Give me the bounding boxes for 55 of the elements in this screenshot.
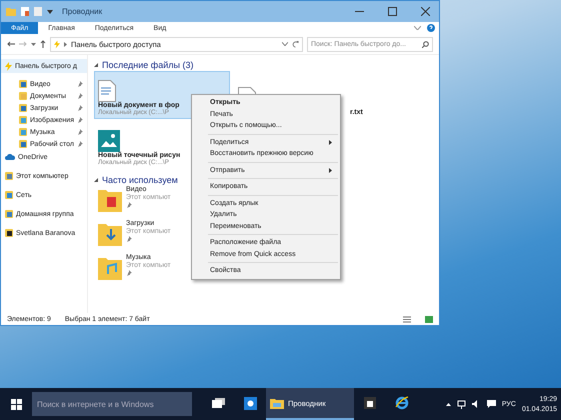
close-icon (420, 7, 430, 16)
computer-icon (5, 172, 13, 180)
caret-icon (94, 178, 98, 182)
image-file-icon (98, 130, 120, 152)
tiles-view-icon (425, 316, 433, 322)
network-icon (5, 191, 13, 199)
maximize-icon (388, 7, 396, 16)
message-icon (486, 400, 496, 408)
pin-icon (77, 105, 83, 111)
folder-icon (270, 398, 284, 408)
details-view-icon (403, 316, 411, 322)
minimize-icon (354, 11, 364, 12)
chevron-down-icon (282, 42, 288, 46)
submenu-arrow-icon (329, 168, 332, 173)
caret-icon (94, 62, 98, 66)
back-arrow-icon (7, 41, 15, 47)
window-title: Проводник (62, 7, 104, 16)
submenu-arrow-icon (329, 140, 332, 145)
lightning-icon (5, 62, 12, 70)
pin-icon (77, 81, 83, 87)
documents-icon (19, 92, 27, 100)
video-icon (19, 80, 27, 88)
cloud-icon (5, 154, 15, 160)
pin-icon (126, 270, 132, 276)
section-header[interactable]: Последние файлы (3) (94, 58, 434, 71)
search-icon (422, 40, 429, 48)
up-arrow-icon (40, 40, 46, 48)
caret-icon (47, 10, 53, 14)
chevron-down-icon (414, 26, 421, 30)
folder-icon (6, 8, 16, 16)
downloads-icon (19, 104, 27, 112)
app-icon (244, 396, 256, 410)
refresh-icon (292, 40, 299, 48)
music-icon (19, 128, 27, 136)
pin-icon (77, 93, 83, 99)
pictures-icon (19, 116, 27, 124)
browser-e-icon (395, 396, 409, 410)
chevron-right-icon (64, 42, 67, 46)
caret-icon (31, 42, 36, 46)
user-icon (5, 229, 13, 237)
forward-arrow-icon (19, 41, 27, 47)
task-view-icon (212, 398, 224, 408)
pin-icon (77, 141, 83, 147)
caret-up-icon (446, 402, 451, 406)
homegroup-icon (5, 210, 13, 218)
document-icon (98, 80, 116, 102)
lightning-icon (54, 40, 60, 48)
pin-icon (77, 117, 83, 123)
pin-icon (126, 202, 132, 208)
pin-icon (77, 129, 83, 135)
pin-icon (126, 236, 132, 242)
windows-logo-icon (10, 398, 22, 410)
taskbar-search-field[interactable]: Поиск в интернете и в Windows (32, 392, 192, 416)
desktop-icon (19, 140, 27, 148)
network-icon (456, 400, 466, 408)
